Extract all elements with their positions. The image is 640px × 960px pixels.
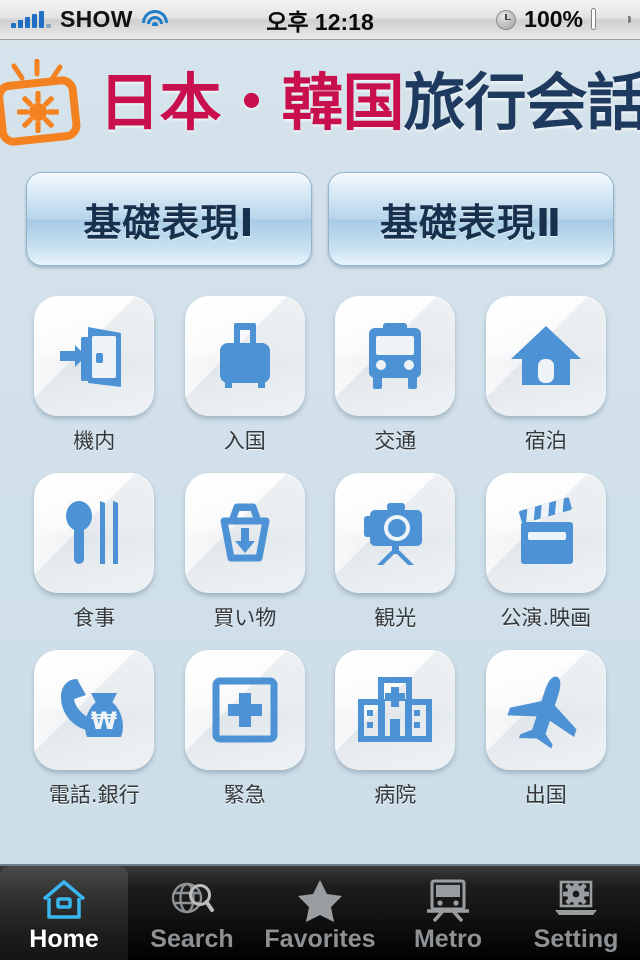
category-sightseeing[interactable]: 観光: [323, 473, 468, 632]
train-icon: [425, 876, 471, 924]
category-tile[interactable]: [485, 650, 606, 770]
photo-frame-sun-logo-icon: [0, 58, 84, 147]
category-label: 病院: [374, 783, 417, 807]
category-label: 交通: [374, 429, 417, 453]
tab-home[interactable]: Home: [0, 866, 128, 960]
star-icon: [297, 876, 343, 924]
category-tile[interactable]: [34, 296, 155, 416]
tab-metro[interactable]: Metro: [384, 866, 512, 960]
cross-square-icon: [212, 677, 278, 743]
category-label: 宿泊: [524, 429, 567, 453]
suitcase-icon: [219, 323, 270, 388]
category-label: 出国: [524, 783, 567, 807]
category-tile[interactable]: [485, 296, 606, 416]
category-label: 公演.映画: [500, 606, 592, 630]
basic-expression-buttons: 基礎表現Ⅰ 基礎表現Ⅱ: [26, 172, 614, 266]
category-transportation[interactable]: 交通: [323, 296, 468, 455]
tab-setting[interactable]: Setting: [512, 866, 640, 960]
category-label: 買い物: [213, 606, 277, 630]
category-tile[interactable]: [184, 650, 305, 770]
category-label: 食事: [73, 606, 116, 630]
battery-full-icon: [591, 7, 631, 30]
home-icon: [41, 876, 87, 924]
spoon-chopsticks-icon: [66, 501, 119, 564]
phone-moneybag-icon: ₩: [61, 679, 124, 737]
title-part-travel-conversation: 旅行会話: [403, 66, 640, 139]
page-title: 日本・韓国旅行会話: [98, 72, 640, 134]
category-tile[interactable]: [34, 473, 155, 593]
clapperboard-icon: [518, 497, 573, 564]
shopping-basket-icon: [220, 503, 270, 562]
category-label: 観光: [374, 606, 417, 630]
category-tile[interactable]: [184, 296, 305, 416]
bottom-tab-bar: Home Search Favorites Metro Setting: [0, 864, 640, 960]
tab-favorites[interactable]: Favorites: [256, 866, 384, 960]
door-enter-icon: [60, 327, 122, 387]
category-accommodation[interactable]: 宿泊: [474, 296, 619, 455]
category-departure[interactable]: 出国: [474, 650, 619, 809]
category-phone-bank[interactable]: ₩ 電話.銀行: [22, 650, 167, 809]
category-tile[interactable]: [335, 650, 456, 770]
category-tile[interactable]: [184, 473, 305, 593]
category-tile[interactable]: [335, 473, 456, 593]
category-label: 入国: [223, 429, 266, 453]
category-label: 電話.銀行: [48, 783, 140, 807]
tab-label: Setting: [533, 925, 619, 953]
category-hospital[interactable]: 病院: [323, 650, 468, 809]
status-bar-right: 100%: [496, 6, 631, 33]
category-shopping[interactable]: 買い物: [173, 473, 318, 632]
hospital-icon: [358, 677, 433, 742]
category-tile[interactable]: [485, 473, 606, 593]
airplane-icon: [507, 676, 577, 749]
basic-expressions-1-button[interactable]: 基礎表現Ⅰ: [26, 172, 312, 266]
battery-percent-label: 100%: [524, 6, 583, 32]
svg-text:₩: ₩: [91, 707, 118, 735]
category-label: 緊急: [223, 783, 266, 807]
app-header: 日本・韓国旅行会話: [0, 48, 640, 158]
category-shows-movies[interactable]: 公演.映画: [474, 473, 619, 632]
status-bar: SHOW 오후 12:18 100%: [0, 0, 640, 40]
category-tile[interactable]: ₩: [34, 650, 155, 770]
tab-search[interactable]: Search: [128, 866, 256, 960]
app-screen: SHOW 오후 12:18 100% 日本・韓国旅行会話 基礎表現Ⅰ 基礎表現Ⅱ…: [0, 0, 640, 960]
clock-icon: [496, 9, 517, 30]
basic-expressions-2-button[interactable]: 基礎表現Ⅱ: [328, 172, 614, 266]
category-emergency[interactable]: 緊急: [173, 650, 318, 809]
house-icon: [510, 326, 581, 385]
category-grid: 機内 入国 交通 宿泊 食事 買い物 観光 公演.映画 ₩ 電話.銀行 緊急 病…: [22, 296, 618, 809]
bus-icon: [369, 323, 422, 389]
category-label: 機内: [73, 429, 116, 453]
globe-search-icon: [169, 876, 215, 924]
tab-label: Home: [29, 925, 99, 953]
category-immigration[interactable]: 入国: [173, 296, 318, 455]
laptop-gear-icon: [552, 876, 600, 924]
tab-label: Metro: [413, 925, 483, 953]
category-tile[interactable]: [335, 296, 456, 416]
category-dining[interactable]: 食事: [22, 473, 167, 632]
camera-tripod-icon: [364, 503, 423, 565]
tab-label: Search: [150, 925, 234, 953]
category-in-flight[interactable]: 機内: [22, 296, 167, 455]
tab-label: Favorites: [264, 925, 376, 953]
title-part-japan-korea: 日本・韓国: [98, 66, 404, 139]
